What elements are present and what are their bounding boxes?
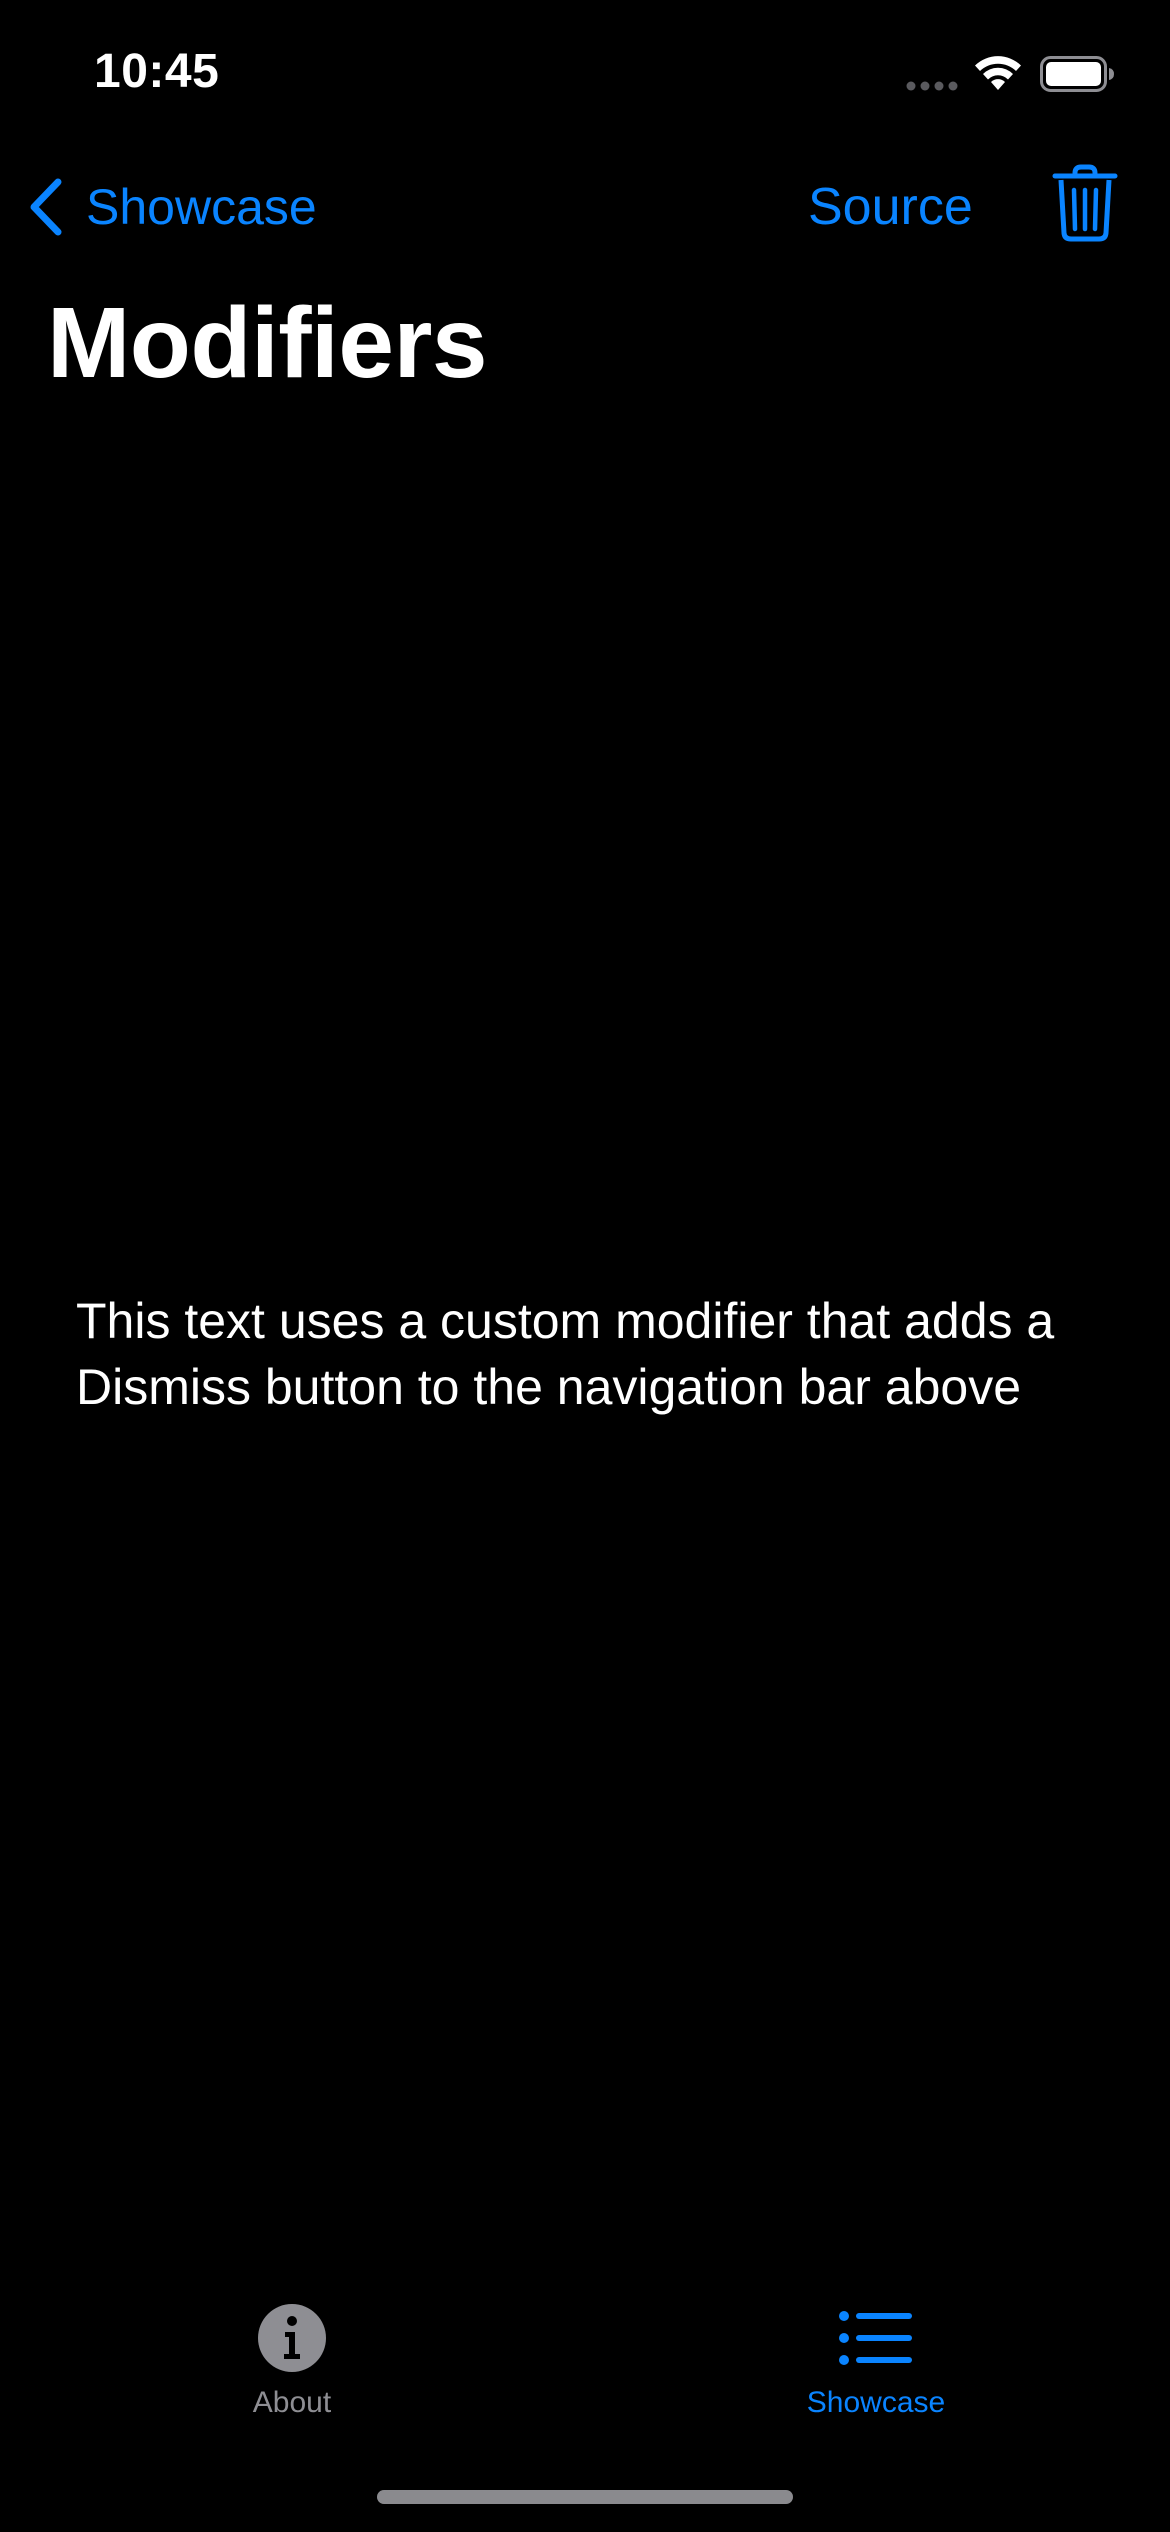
trash-icon[interactable] [1052,164,1118,242]
source-button[interactable]: Source [808,172,973,242]
body-text: This text uses a custom modifier that ad… [76,1293,1055,1415]
tab-showcase-label: Showcase [806,2386,946,2419]
back-button-label: Showcase [86,179,317,235]
battery-full-icon [1040,56,1114,92]
back-button[interactable]: Showcase [24,172,317,242]
status-bar: 10:45 [0,0,1170,150]
tab-showcase[interactable]: Showcase [726,2280,1026,2420]
wifi-icon [975,56,1021,90]
status-time: 10:45 [94,45,220,98]
info-circle-icon [258,2304,326,2372]
signal-dots-icon [906,81,958,91]
tab-bar: About Showcase [0,2280,1170,2420]
list-bullet-icon [839,2311,912,2365]
home-indicator[interactable] [377,2490,793,2504]
tab-about-label: About [252,2386,332,2419]
tab-about[interactable]: About [142,2280,442,2420]
chevron-left-icon [30,178,62,236]
page-title: Modifiers [47,287,487,399]
